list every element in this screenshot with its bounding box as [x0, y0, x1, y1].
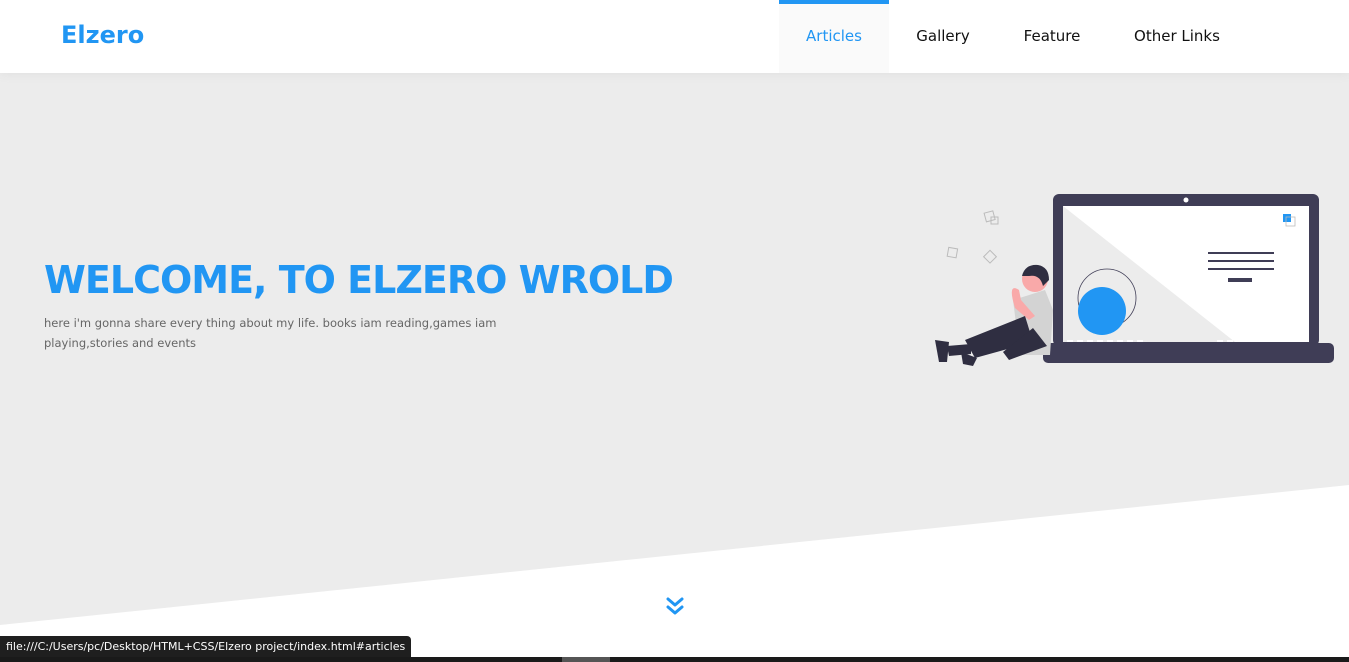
- landing-description: here i'm gonna share every thing about m…: [44, 316, 497, 350]
- main-nav: Articles Gallery Feature Other Links: [779, 0, 1247, 73]
- nav-link-feature[interactable]: Feature: [997, 0, 1107, 73]
- landing-title: WELCOME, TO ELZERO WROLD: [44, 258, 674, 302]
- site-logo[interactable]: Elzero: [61, 21, 144, 49]
- taskbar-strip: [0, 657, 1349, 662]
- nav-link-gallery[interactable]: Gallery: [889, 0, 997, 73]
- laptop-person-illustration: [935, 194, 1334, 366]
- taskbar-active-item: [562, 657, 610, 662]
- nav-link-articles[interactable]: Articles: [779, 0, 889, 73]
- header: Elzero Articles Gallery Feature Other Li…: [0, 0, 1349, 73]
- browser-status-url: file:///C:/Users/pc/Desktop/HTML+CSS/Elz…: [0, 636, 412, 657]
- nav-link-other-links[interactable]: Other Links: [1107, 0, 1247, 73]
- double-chevron-down-icon[interactable]: [662, 594, 688, 620]
